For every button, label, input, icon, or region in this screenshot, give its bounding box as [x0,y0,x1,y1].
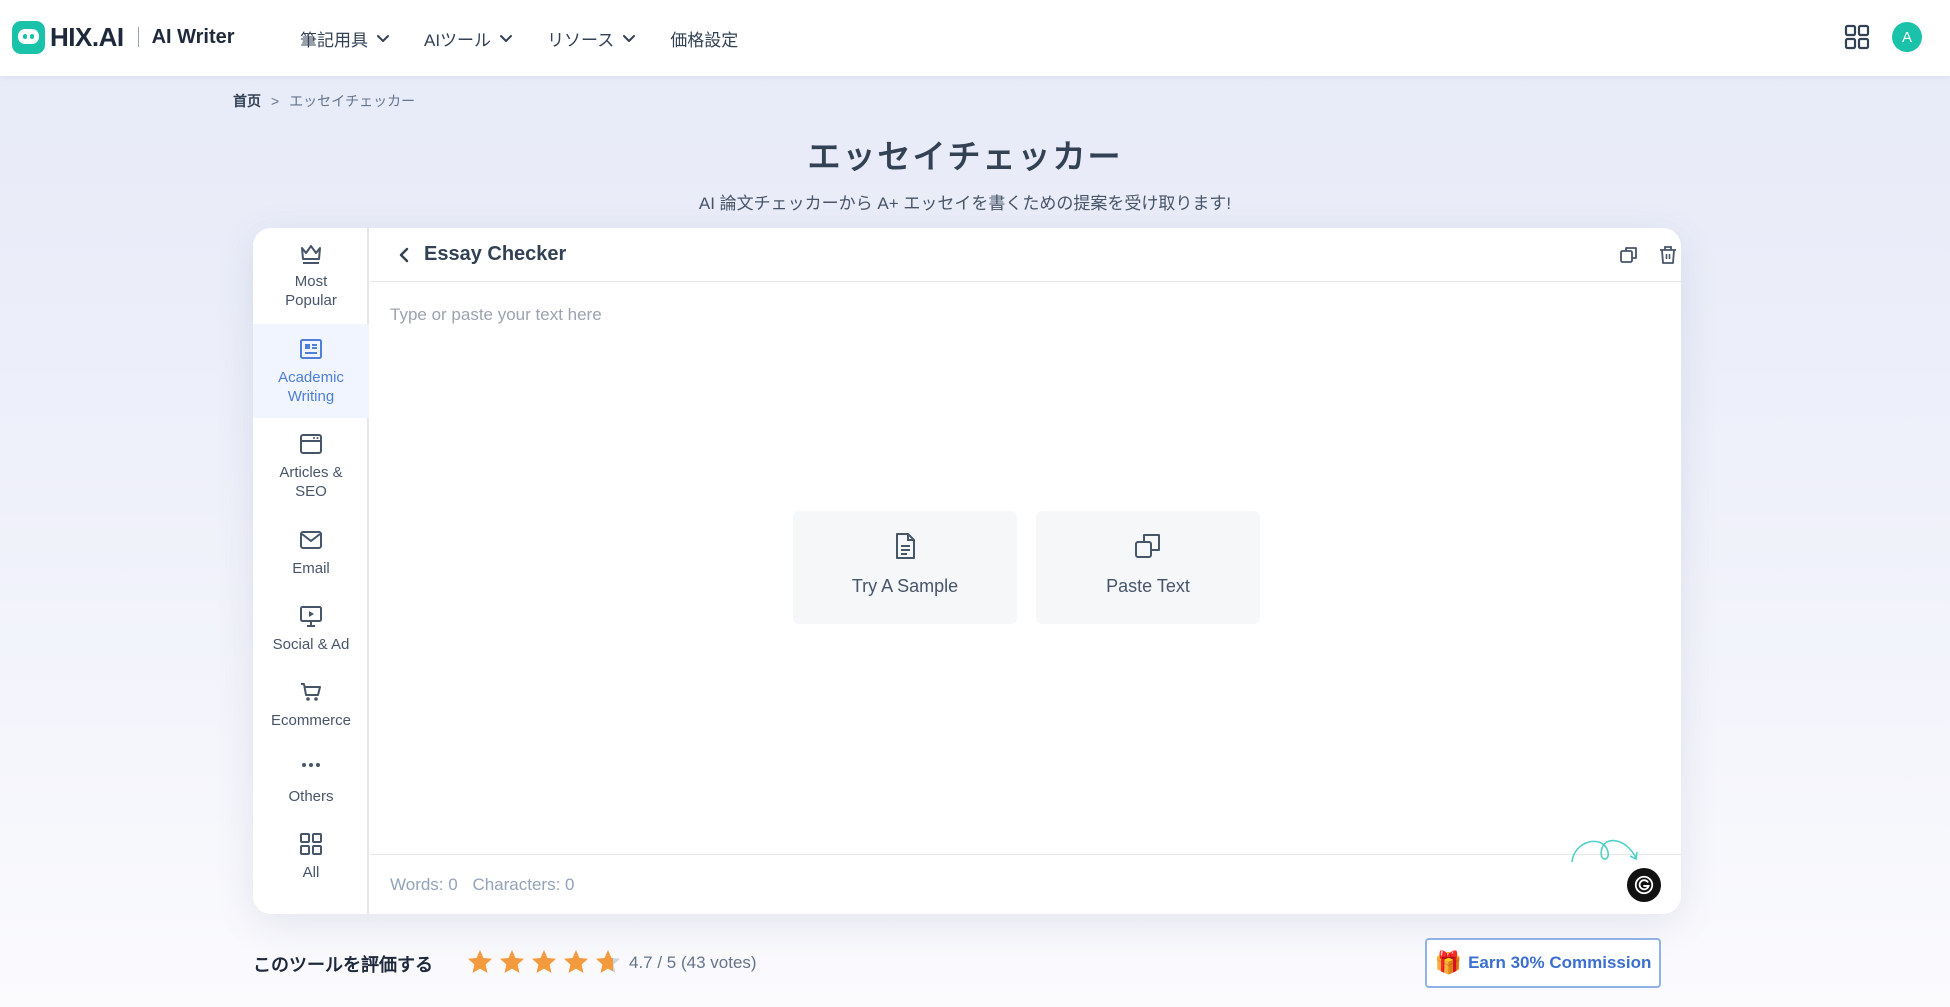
sidebar-item-articles-seo[interactable]: Articles & SEO [253,419,369,513]
browser-window-icon [300,434,322,454]
word-count: Words: 0 [390,875,458,894]
logo-icon [12,20,45,54]
sidebar-item-label: Ecommerce [270,712,352,729]
earn-commission-button[interactable]: 🎁 Earn 30% Commission [1425,938,1661,988]
user-avatar[interactable]: A [1892,22,1922,52]
sidebar-item-label: Social & Ad [272,636,350,653]
sidebar-item-all[interactable]: All [253,819,369,913]
breadcrumb: 首页 > エッセイチェッカー [233,91,415,111]
grid-icon [300,833,322,855]
logo-text: HIX.AI [50,21,124,52]
nav-item-label: 筆記用具 [300,30,368,50]
document-icon [896,533,915,559]
logo[interactable]: HIX.AI AI Writer [12,20,235,54]
more-dots-icon [302,763,320,767]
try-sample-label: Try A Sample [851,576,959,596]
page-subtitle: AI 論文チェッカーから A+ エッセイを書くための提案を受け取ります! [698,194,1232,213]
gift-icon: 🎁 [1434,950,1463,975]
paste-copy-icon [1135,534,1160,558]
nav-item-pricing[interactable]: 価格設定 [670,26,738,51]
rating-score: 4.7 / 5 (43 votes) [629,953,757,972]
character-count: Characters: 0 [472,875,575,894]
sidebar-item-label: All [302,864,320,881]
cart-icon [301,683,321,701]
page-title: エッセイチェッカー [807,138,1123,175]
sidebar-item-most-popular[interactable]: Most Popular [253,228,369,322]
presentation-icon [300,606,322,627]
category-sidebar: Most Popular Academic Writing Articles &… [253,228,369,914]
grammar-assistant-button[interactable] [1627,868,1661,902]
star-icon[interactable] [498,948,526,976]
breadcrumb-home-link[interactable]: 首页 [233,91,261,111]
editor-panel: Essay Checker Try A Sample Paste Text Wo… [370,228,1681,914]
paste-text-label: Paste Text [1106,576,1190,596]
nav-item-ai-tools[interactable]: AIツール [424,26,513,51]
paste-text-button[interactable]: Paste Text [1036,511,1260,624]
star-icon[interactable] [594,948,622,976]
chevron-down-icon [500,35,513,42]
nav-item-resources[interactable]: リソース [547,26,636,51]
chevron-down-icon [377,35,389,42]
newspaper-icon [300,339,322,359]
envelope-icon [300,531,322,549]
nav-item-label: 価格設定 [670,30,739,50]
g-logo-icon [1634,875,1654,895]
sidebar-item-label: Most Popular [285,273,337,309]
rate-tool-title: このツールを評価する [253,955,433,975]
crown-icon [301,245,321,264]
essay-text-input[interactable] [370,283,1681,882]
copy-icon[interactable] [1618,244,1640,266]
nav-item-label: リソース [547,30,615,50]
panel-header: Essay Checker [370,228,1681,282]
tool-card: Most Popular Academic Writing Articles &… [253,228,1681,914]
sidebar-item-label: Email [292,560,330,577]
apps-grid-icon[interactable] [1844,24,1870,50]
star-icon[interactable] [530,948,558,976]
back-arrow-icon[interactable] [394,245,414,265]
logo-divider [137,27,139,47]
sidebar-item-label: Others [288,788,334,805]
try-sample-button[interactable]: Try A Sample [793,511,1017,624]
sidebar-item-label: Academic Writing [278,369,344,405]
top-header: HIX.AI AI Writer 筆記用具 AIツール リソース 価格設定 A [0,0,1950,76]
sidebar-item-academic-writing[interactable]: Academic Writing [253,324,369,418]
nav-item-writing-tools[interactable]: 筆記用具 [300,26,390,51]
breadcrumb-current: エッセイチェッカー [289,93,416,109]
curly-arrow-icon [1571,839,1638,863]
panel-title: Essay Checker [424,243,567,265]
star-icon[interactable] [466,948,494,976]
star-icon[interactable] [562,948,590,976]
logo-subtitle: AI Writer [151,25,235,48]
main-nav: 筆記用具 AIツール リソース 価格設定 [300,0,772,76]
sidebar-item-label: Articles & SEO [279,464,343,500]
rating-stars [466,948,626,976]
chevron-down-icon [623,35,636,42]
breadcrumb-separator: > [271,93,280,109]
text-counts: Words: 0 Characters: 0 [390,875,585,895]
earn-commission-label: Earn 30% Commission [1468,953,1652,972]
panel-footer: Words: 0 Characters: 0 [370,854,1681,914]
trash-icon[interactable] [1657,244,1679,266]
nav-item-label: AIツール [424,30,492,50]
